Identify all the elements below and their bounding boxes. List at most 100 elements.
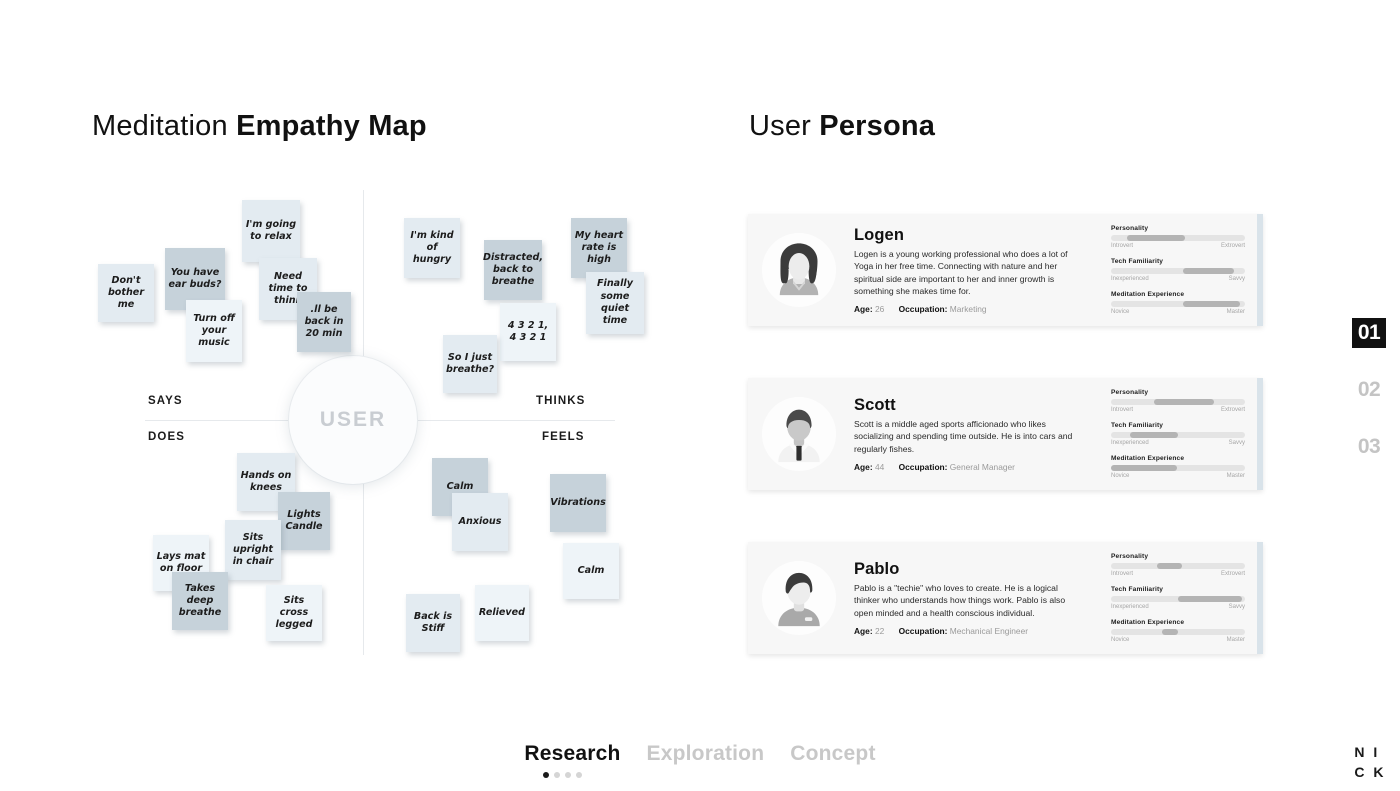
persona-card[interactable]: Pablo Pablo is a "techie" who loves to c… xyxy=(748,542,1263,654)
persona-name: Logen xyxy=(854,226,904,245)
sticky-note-thinks-3: My heart rate is high xyxy=(571,218,627,278)
trait-track[interactable] xyxy=(1111,268,1245,274)
sticky-note-does-3: Sits upright in chair xyxy=(225,520,281,580)
trait-tech: Tech Familiarity Inexperienced Savvy xyxy=(1111,586,1245,610)
trait-fill xyxy=(1156,563,1182,569)
persona-description: Pablo is a "techie" who loves to create.… xyxy=(854,583,1066,618)
sticky-note-does-5: Takes deep breathe xyxy=(172,572,228,630)
trait-fill xyxy=(1153,399,1215,405)
male-suit-avatar xyxy=(762,397,836,471)
phase-nav-concept[interactable]: Concept xyxy=(790,742,875,766)
persona-card[interactable]: Scott Scott is a middle aged sports affi… xyxy=(748,378,1263,490)
trait-high-label: Master xyxy=(1226,637,1245,643)
sticky-note-text: Takes deep breathe xyxy=(178,582,222,619)
persona-trait-sliders: Personality Introvert Extrovert Tech Fam… xyxy=(1111,553,1263,643)
persona-details: Scott Scott is a middle aged sports affi… xyxy=(836,396,1111,472)
trait-personality: Personality Introvert Extrovert xyxy=(1111,389,1245,413)
trait-fill xyxy=(1127,235,1185,241)
sticky-note-feels-6: Back is Stiff xyxy=(406,594,460,652)
trait-high-label: Savvy xyxy=(1228,440,1245,446)
trait-track[interactable] xyxy=(1111,465,1245,471)
occupation-label: Occupation: xyxy=(898,303,948,314)
trait-low-label: Introvert xyxy=(1111,243,1134,249)
page-title-user-persona: User Persona xyxy=(749,110,935,143)
sticky-note-text: I'm going to relax xyxy=(245,218,297,242)
sticky-note-text: I'm kind of hungry xyxy=(410,229,454,266)
sticky-note-text: Sits upright in chair xyxy=(232,531,274,568)
occupation-label: Occupation: xyxy=(898,625,948,636)
empathy-title-light: Meditation xyxy=(92,110,237,142)
trait-fill xyxy=(1178,596,1243,602)
trait-name: Personality xyxy=(1111,553,1149,560)
empathy-map-diagram: SAYS DOES THINKS FEELS USER Don't bother… xyxy=(90,180,670,670)
slide-number-nav: 01 02 03 xyxy=(1352,318,1386,489)
trait-low-label: Introvert xyxy=(1111,407,1134,413)
trait-name: Tech Familiarity xyxy=(1111,422,1164,429)
phase-nav-research[interactable]: Research xyxy=(524,742,620,766)
trait-track[interactable] xyxy=(1111,563,1245,569)
age-label: Age: xyxy=(854,461,873,472)
sticky-note-thinks-6: So I just breathe? xyxy=(443,335,497,393)
trait-track[interactable] xyxy=(1111,629,1245,635)
trait-fill xyxy=(1129,432,1178,438)
sticky-note-does-6: Sits cross legged xyxy=(266,585,322,641)
persona-meta: Age: 44 Occupation: General Manager xyxy=(854,462,1103,472)
trait-track[interactable] xyxy=(1111,432,1245,438)
persona-name: Pablo xyxy=(854,560,900,579)
trait-personality: Personality Introvert Extrovert xyxy=(1111,225,1245,249)
sticky-note-text: Calm xyxy=(446,480,474,492)
trait-tech: Tech Familiarity Inexperienced Savvy xyxy=(1111,258,1245,282)
trait-high-label: Extrovert xyxy=(1220,243,1245,249)
user-center-circle: USER xyxy=(289,356,417,484)
page-title-empathy-map: Meditation Empathy Map xyxy=(92,110,427,143)
trait-track[interactable] xyxy=(1111,399,1245,405)
sticky-note-text: Anxious xyxy=(458,515,502,527)
trait-meditation: Meditation Experience Novice Master xyxy=(1111,455,1245,479)
trait-low-label: Inexperienced xyxy=(1111,604,1149,610)
phase-nav-exploration[interactable]: Exploration xyxy=(647,742,765,766)
slide-nav-01[interactable]: 01 xyxy=(1352,318,1386,348)
progress-dot-1[interactable] xyxy=(543,772,549,778)
age-value: 26 xyxy=(874,303,885,314)
trait-track[interactable] xyxy=(1111,301,1245,307)
trait-tech: Tech Familiarity Inexperienced Savvy xyxy=(1111,422,1245,446)
female-avatar xyxy=(762,233,836,307)
user-center-label: USER xyxy=(319,408,387,431)
sticky-note-feels-2: Anxious xyxy=(452,493,508,551)
trait-name: Personality xyxy=(1111,225,1149,232)
logo-line-1: N I xyxy=(1354,744,1380,760)
persona-description: Logen is a young working professional wh… xyxy=(854,249,1068,296)
slide-nav-03[interactable]: 03 xyxy=(1352,432,1386,462)
trait-fill xyxy=(1183,268,1235,274)
trait-low-label: Introvert xyxy=(1111,571,1134,577)
slide-nav-02[interactable]: 02 xyxy=(1352,375,1386,405)
age-label: Age: xyxy=(854,303,873,314)
trait-low-label: Novice xyxy=(1111,309,1130,315)
nick-logo: N I C K xyxy=(1354,742,1386,783)
persona-title-bold: Persona xyxy=(819,110,936,142)
sticky-note-text: Hands on knees xyxy=(240,469,292,493)
sticky-note-text: Lights Candle xyxy=(285,508,323,532)
trait-high-label: Master xyxy=(1226,309,1245,315)
sticky-note-text: Calm xyxy=(577,564,605,576)
persona-card-list: Logen Logen is a young working professio… xyxy=(748,214,1268,706)
empathy-title-bold: Empathy Map xyxy=(236,110,427,142)
trait-track[interactable] xyxy=(1111,235,1245,241)
trait-high-label: Master xyxy=(1226,473,1245,479)
persona-details: Pablo Pablo is a "techie" who loves to c… xyxy=(836,560,1111,636)
occupation-value: Mechanical Engineer xyxy=(949,625,1029,636)
trait-track[interactable] xyxy=(1111,596,1245,602)
progress-dot-2[interactable] xyxy=(554,772,560,778)
persona-trait-sliders: Personality Introvert Extrovert Tech Fam… xyxy=(1111,225,1263,315)
occupation-label: Occupation: xyxy=(898,461,948,472)
progress-dot-3[interactable] xyxy=(565,772,571,778)
trait-meditation: Meditation Experience Novice Master xyxy=(1111,291,1245,315)
occupation-value: General Manager xyxy=(949,461,1015,472)
sticky-note-text: So I just breathe? xyxy=(445,351,495,375)
trait-meditation: Meditation Experience Novice Master xyxy=(1111,619,1245,643)
persona-card[interactable]: Logen Logen is a young working professio… xyxy=(748,214,1263,326)
progress-dot-4[interactable] xyxy=(576,772,582,778)
progress-dots xyxy=(543,772,582,778)
quadrant-label-feels: FEELS xyxy=(542,431,585,443)
sticky-note-text: .ll be back in 20 min xyxy=(304,303,344,340)
